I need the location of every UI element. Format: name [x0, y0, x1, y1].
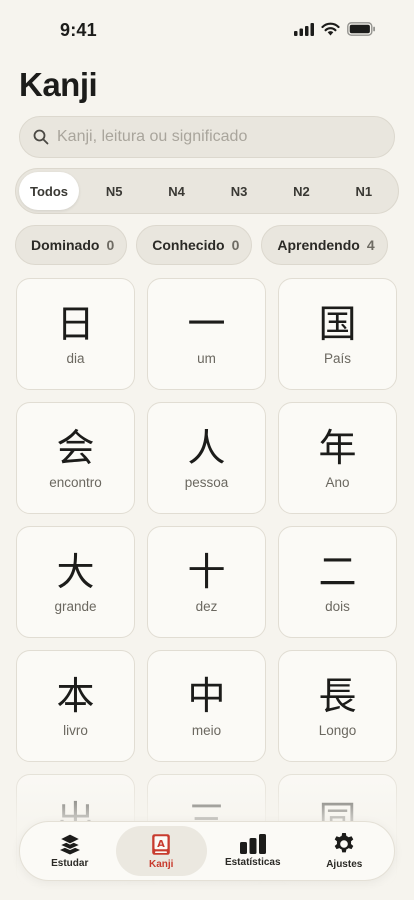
chip-count: 0 [106, 237, 115, 253]
kanji-card[interactable]: 長 Longo [278, 650, 397, 762]
kanji-character: 長 [318, 674, 357, 718]
kanji-meaning: Ano [325, 475, 350, 490]
kanji-card[interactable]: 中 meio [147, 650, 266, 762]
level-tab-n5[interactable]: N5 [83, 172, 145, 210]
kanji-meaning: encontro [49, 475, 102, 490]
kanji-card[interactable]: 本 livro [16, 650, 135, 762]
kanji-card[interactable]: 年 Ano [278, 402, 397, 514]
kanji-character: 国 [318, 302, 357, 346]
chip-count: 0 [231, 237, 240, 253]
status-chips: Dominado 0 Conhecido 0 Aprendendo 4 [15, 225, 414, 265]
chip-count: 4 [366, 237, 375, 253]
kanji-character: 中 [187, 674, 226, 718]
level-filter: Todos N5 N4 N3 N2 N1 [15, 168, 399, 214]
tab-bar: Estudar A Kanji Estatísticas Ajustes [19, 821, 395, 881]
level-tab-n3[interactable]: N3 [208, 172, 270, 210]
tab-label: Kanji [149, 858, 174, 870]
kanji-meaning: dia [66, 351, 85, 366]
level-tab-label: N2 [293, 183, 310, 199]
chip-label: Aprendendo [277, 237, 360, 253]
search-input[interactable] [57, 128, 394, 146]
kanji-character: 一 [187, 302, 226, 346]
battery-icon [347, 22, 375, 36]
chip-dominado[interactable]: Dominado 0 [15, 225, 128, 265]
kanji-meaning: dez [195, 599, 218, 614]
kanji-meaning: um [197, 351, 216, 366]
level-tab-label: N3 [230, 183, 248, 199]
tab-label: Ajustes [326, 859, 363, 870]
kanji-meaning: País [323, 351, 351, 366]
kanji-card[interactable]: 大 grande [16, 526, 135, 638]
level-tab-n1[interactable]: N1 [333, 172, 395, 210]
kanji-card[interactable]: 日 dia [16, 278, 135, 390]
kanji-meaning: livro [63, 723, 88, 738]
svg-text:A: A [157, 839, 165, 850]
kanji-character: 二 [318, 550, 357, 594]
wifi-icon [321, 22, 340, 36]
level-tab-label: N5 [105, 183, 123, 199]
kanji-character: 十 [187, 550, 226, 594]
signal-icon [294, 22, 314, 36]
chip-aprendendo[interactable]: Aprendendo 4 [261, 225, 388, 265]
level-tab-all[interactable]: Todos [19, 172, 79, 210]
status-time: 9:41 [60, 20, 97, 40]
level-tab-n2[interactable]: N2 [270, 172, 332, 210]
kanji-meaning: grande [54, 599, 97, 614]
tab-label: Estudar [51, 858, 89, 869]
kanji-character: 日 [56, 302, 95, 346]
kanji-meaning: pessoa [184, 475, 229, 490]
tab-label: Estatísticas [224, 857, 281, 868]
level-tab-label: N4 [168, 183, 185, 199]
status-bar: 9:41 [0, 0, 414, 58]
layers-icon [58, 833, 82, 855]
kanji-grid: 日 dia 一 um 国 País 会 encontro 人 pessoa 年 Ano 大g… [16, 278, 399, 900]
kanji-meaning: Longo [318, 723, 357, 738]
tab-estudar[interactable]: Estudar [24, 826, 116, 876]
chip-label: Dominado [31, 237, 100, 253]
tab-estatisticas[interactable]: Estatísticas [207, 826, 299, 876]
kanji-card[interactable]: 人 pessoa [147, 402, 266, 514]
chip-conhecido[interactable]: Conhecido 0 [136, 225, 253, 265]
level-tab-label: Todos [29, 183, 69, 199]
chip-label: Conhecido [152, 237, 225, 253]
kanji-character: 会 [56, 426, 95, 470]
search-bar[interactable] [19, 116, 395, 158]
kanji-card[interactable]: 二 dois [278, 526, 397, 638]
search-icon [33, 129, 49, 145]
kanji-card[interactable]: 国 País [278, 278, 397, 390]
kanji-meaning: meio [191, 723, 222, 738]
status-icons [294, 22, 376, 36]
gear-icon [334, 833, 354, 853]
tab-ajustes[interactable]: Ajustes [299, 826, 391, 876]
kanji-character: 人 [187, 426, 226, 470]
level-tab-label: N1 [355, 183, 373, 199]
kanji-book-icon: A [152, 833, 171, 855]
bar-chart-icon [239, 834, 266, 854]
level-tab-n4[interactable]: N4 [145, 172, 207, 210]
kanji-card[interactable]: 会 encontro [16, 402, 135, 514]
kanji-card[interactable]: 十 dez [147, 526, 266, 638]
tab-kanji[interactable]: A Kanji [115, 826, 207, 876]
kanji-card[interactable]: 一 um [147, 278, 266, 390]
kanji-meaning: dois [325, 599, 350, 614]
kanji-character: 大 [56, 550, 95, 594]
kanji-character: 年 [318, 426, 357, 470]
kanji-character: 本 [56, 674, 95, 718]
page-title: Kanji [19, 66, 98, 103]
